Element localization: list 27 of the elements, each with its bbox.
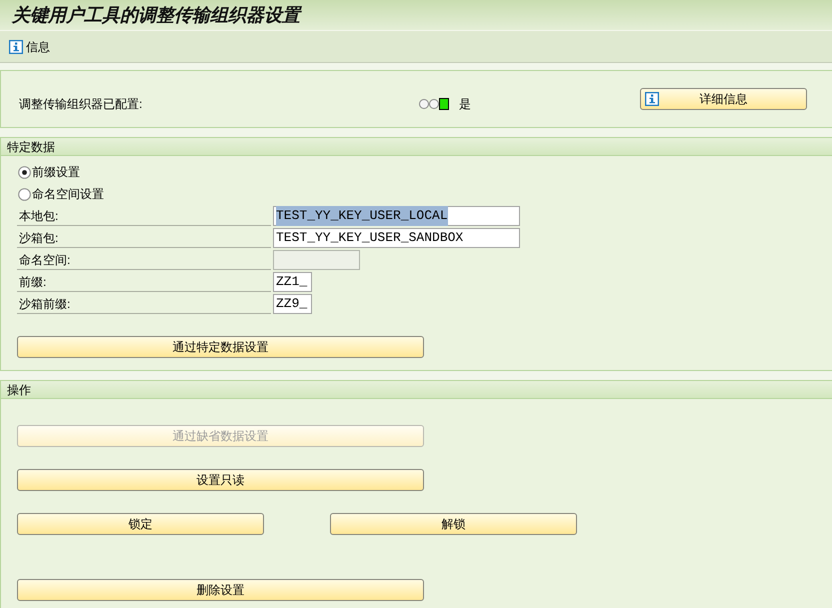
window-title: 关键用户工具的调整传输组织器设置	[12, 4, 300, 26]
action-button[interactable]: 通过特定数据设置	[17, 336, 424, 358]
radio-option[interactable]: 命名空间设置	[18, 183, 104, 205]
status-label: 调整传输组织器已配置:	[19, 96, 144, 113]
input-field[interactable]: TEST_YY_KEY_USER_SANDBOX	[273, 228, 520, 248]
status-value: 是	[459, 96, 471, 113]
action-button[interactable]: 详细信息	[640, 88, 807, 110]
action-button[interactable]: 锁定	[17, 513, 264, 535]
field-label: 沙箱前缀:	[17, 294, 271, 314]
action-button[interactable]: 设置只读	[17, 469, 424, 491]
info-toolbar-button[interactable]: 信息	[9, 38, 50, 56]
action-button[interactable]: 解锁	[330, 513, 577, 535]
section-header: 操作	[1, 381, 832, 399]
input-field[interactable]: ZZ1_	[273, 272, 312, 292]
radio-option[interactable]: 前缀设置	[18, 161, 80, 183]
info-icon	[9, 40, 23, 54]
input-field[interactable]: TEST_YY_KEY_USER_LOCAL	[273, 206, 520, 226]
radio-icon[interactable]	[18, 166, 31, 178]
radio-icon[interactable]	[18, 188, 31, 200]
field-label: 命名空间:	[17, 250, 271, 270]
field-label: 沙箱包:	[17, 228, 271, 248]
section-header: 特定数据	[1, 138, 832, 156]
action-button[interactable]: 删除设置	[17, 579, 424, 601]
field-label: 前缀:	[17, 272, 271, 292]
info-icon	[645, 92, 659, 106]
field-label: 本地包:	[17, 206, 271, 226]
input-field[interactable]: ZZ9_	[273, 294, 312, 314]
